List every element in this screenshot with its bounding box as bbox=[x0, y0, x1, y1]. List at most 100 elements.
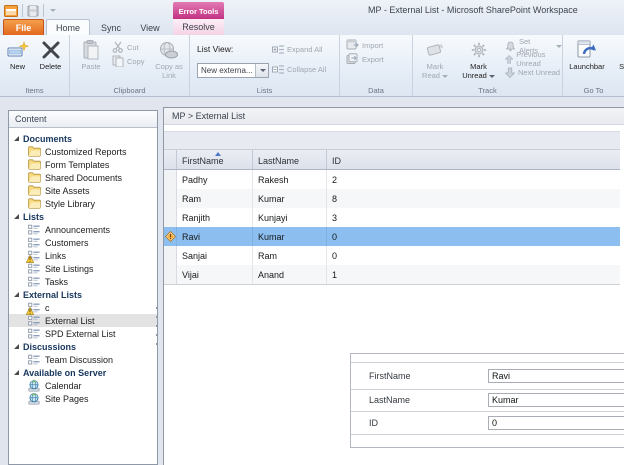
field-label-firstname: FirstName bbox=[369, 371, 411, 381]
sidebar-section-discussions[interactable]: Discussions bbox=[9, 340, 157, 353]
sidebar-section-documents[interactable]: Documents bbox=[9, 132, 157, 145]
cell-lastname[interactable]: Ram bbox=[253, 246, 327, 265]
expander-icon[interactable] bbox=[14, 370, 19, 375]
row-selector[interactable] bbox=[164, 246, 177, 265]
sidebar-splitter-handle[interactable] bbox=[155, 307, 158, 345]
sidebar-item-site-assets[interactable]: Site Assets bbox=[9, 184, 157, 197]
export-button[interactable]: Export bbox=[346, 53, 384, 65]
expander-icon[interactable] bbox=[14, 136, 19, 141]
import-button[interactable]: Import bbox=[346, 39, 383, 51]
tab-view[interactable]: View bbox=[132, 20, 168, 35]
sidebar-item-external-list[interactable]: External List bbox=[9, 314, 157, 327]
list-icon bbox=[28, 354, 41, 366]
tab-file[interactable]: File bbox=[3, 19, 44, 35]
sidebar-item-customers[interactable]: Customers bbox=[9, 236, 157, 249]
sidebar-item-site-pages[interactable]: Site Pages bbox=[9, 392, 157, 405]
list-warning-icon bbox=[28, 302, 41, 314]
qat-dropdown-icon[interactable] bbox=[50, 9, 56, 12]
sidebar-item-style-library[interactable]: Style Library bbox=[9, 197, 157, 210]
row-selector[interactable] bbox=[164, 265, 177, 284]
previous-unread-button[interactable]: Previous Unread bbox=[505, 50, 562, 68]
expand-all-button[interactable]: Expand All bbox=[272, 43, 322, 55]
copy-button[interactable]: Copy bbox=[112, 55, 145, 67]
cell-firstname[interactable]: Sanjai bbox=[177, 246, 253, 265]
cell-firstname[interactable]: Vijai bbox=[177, 265, 253, 284]
sidebar-item-tasks[interactable]: Tasks bbox=[9, 275, 157, 288]
sidebar-item-links[interactable]: Links bbox=[9, 249, 157, 262]
collapse-all-button[interactable]: Collapse All bbox=[272, 63, 326, 75]
cell-id[interactable]: 0 bbox=[327, 227, 620, 246]
item-detail-form: FirstName LastName ID bbox=[350, 353, 624, 448]
cut-button[interactable]: Cut bbox=[112, 41, 139, 53]
list-icon bbox=[28, 328, 41, 340]
tab-home[interactable]: Home bbox=[46, 19, 90, 35]
cell-firstname[interactable]: Ravi bbox=[177, 227, 253, 246]
sidebar-item-customized-reports[interactable]: Customized Reports bbox=[9, 145, 157, 158]
mark-read-button[interactable]: Mark Read bbox=[415, 37, 455, 84]
copy-as-link-icon bbox=[159, 37, 179, 62]
id-field[interactable] bbox=[488, 416, 624, 430]
sidebar-section-lists[interactable]: Lists bbox=[9, 210, 157, 223]
cell-lastname[interactable]: Kunjayi bbox=[253, 208, 327, 227]
table-row[interactable]: Ranjith Kunjayi 3 bbox=[164, 208, 620, 227]
sidebar-item-shared-documents[interactable]: Shared Documents bbox=[9, 171, 157, 184]
cell-id[interactable]: 2 bbox=[327, 170, 620, 189]
cell-lastname[interactable]: Anand bbox=[253, 265, 327, 284]
sidebar-item-c[interactable]: c bbox=[9, 301, 157, 314]
firstname-field[interactable] bbox=[488, 369, 624, 383]
row-selector[interactable] bbox=[164, 189, 177, 208]
cell-firstname[interactable]: Ram bbox=[177, 189, 253, 208]
copy-as-link-button[interactable]: Copy as Link bbox=[150, 37, 188, 84]
sidebar-item-form-templates[interactable]: Form Templates bbox=[9, 158, 157, 171]
sidebar-item-spd-external-list[interactable]: SPD External List bbox=[9, 327, 157, 340]
tab-resolve[interactable]: Resolve bbox=[173, 19, 224, 35]
table-row-selected[interactable]: Ravi Kumar 0 bbox=[164, 227, 620, 246]
launchbar-button[interactable]: Launchbar bbox=[564, 37, 610, 84]
sidebar-item-team-discussion[interactable]: Team Discussion bbox=[9, 353, 157, 366]
folder-icon bbox=[28, 146, 41, 158]
sidebar-section-external-lists[interactable]: External Lists bbox=[9, 288, 157, 301]
next-unread-button[interactable]: Next Unread bbox=[505, 66, 560, 78]
sidebar-item-calendar[interactable]: Calendar bbox=[9, 379, 157, 392]
cell-firstname[interactable]: Padhy bbox=[177, 170, 253, 189]
window-title: MP - External List - Microsoft SharePoin… bbox=[368, 5, 578, 15]
sidebar-item-site-listings[interactable]: Site Listings bbox=[9, 262, 157, 275]
table-row[interactable]: Vijai Anand 1 bbox=[164, 265, 620, 284]
paste-button[interactable]: Paste bbox=[73, 37, 109, 84]
expander-icon[interactable] bbox=[14, 344, 19, 349]
table-row[interactable]: Sanjai Ram 0 bbox=[164, 246, 620, 265]
sidebar-item-announcements[interactable]: Announcements bbox=[9, 223, 157, 236]
sidebar-section-available-on-server[interactable]: Available on Server bbox=[9, 366, 157, 379]
cell-lastname[interactable]: Rakesh bbox=[253, 170, 327, 189]
list-view-combobox[interactable]: New externa... bbox=[197, 63, 269, 78]
expander-icon[interactable] bbox=[14, 214, 19, 219]
launchbar-icon bbox=[576, 37, 598, 62]
cell-id[interactable]: 8 bbox=[327, 189, 620, 208]
cell-lastname[interactable]: Kumar bbox=[253, 189, 327, 208]
list-view-dropdown-icon[interactable] bbox=[255, 64, 268, 77]
column-header-id[interactable]: ID bbox=[327, 150, 620, 169]
table-body: Padhy Rakesh 2 Ram Kumar 8 Ranjith Kunja… bbox=[164, 170, 620, 285]
row-selector[interactable] bbox=[164, 208, 177, 227]
cell-id[interactable]: 3 bbox=[327, 208, 620, 227]
column-header-firstname[interactable]: FirstName bbox=[177, 150, 253, 169]
table-row[interactable]: Padhy Rakesh 2 bbox=[164, 170, 620, 189]
cell-id[interactable]: 1 bbox=[327, 265, 620, 284]
cell-id[interactable]: 0 bbox=[327, 246, 620, 265]
tab-sync[interactable]: Sync bbox=[92, 20, 130, 35]
mark-unread-button[interactable]: Mark Unread bbox=[456, 37, 501, 84]
new-button[interactable]: New bbox=[2, 37, 33, 84]
row-selector[interactable] bbox=[164, 227, 177, 246]
column-header-lastname[interactable]: LastName bbox=[253, 150, 327, 169]
search-button[interactable]: Search bbox=[611, 37, 624, 84]
row-selector[interactable] bbox=[164, 170, 177, 189]
expander-icon[interactable] bbox=[14, 292, 19, 297]
cell-firstname[interactable]: Ranjith bbox=[177, 208, 253, 227]
cell-lastname[interactable]: Kumar bbox=[253, 227, 327, 246]
list-warning-icon bbox=[28, 250, 41, 262]
lastname-field[interactable] bbox=[488, 393, 624, 407]
group-label-lists: Lists bbox=[256, 86, 273, 95]
delete-button[interactable]: Delete bbox=[33, 37, 68, 84]
table-row[interactable]: Ram Kumar 8 bbox=[164, 189, 620, 208]
save-icon[interactable] bbox=[27, 5, 39, 17]
